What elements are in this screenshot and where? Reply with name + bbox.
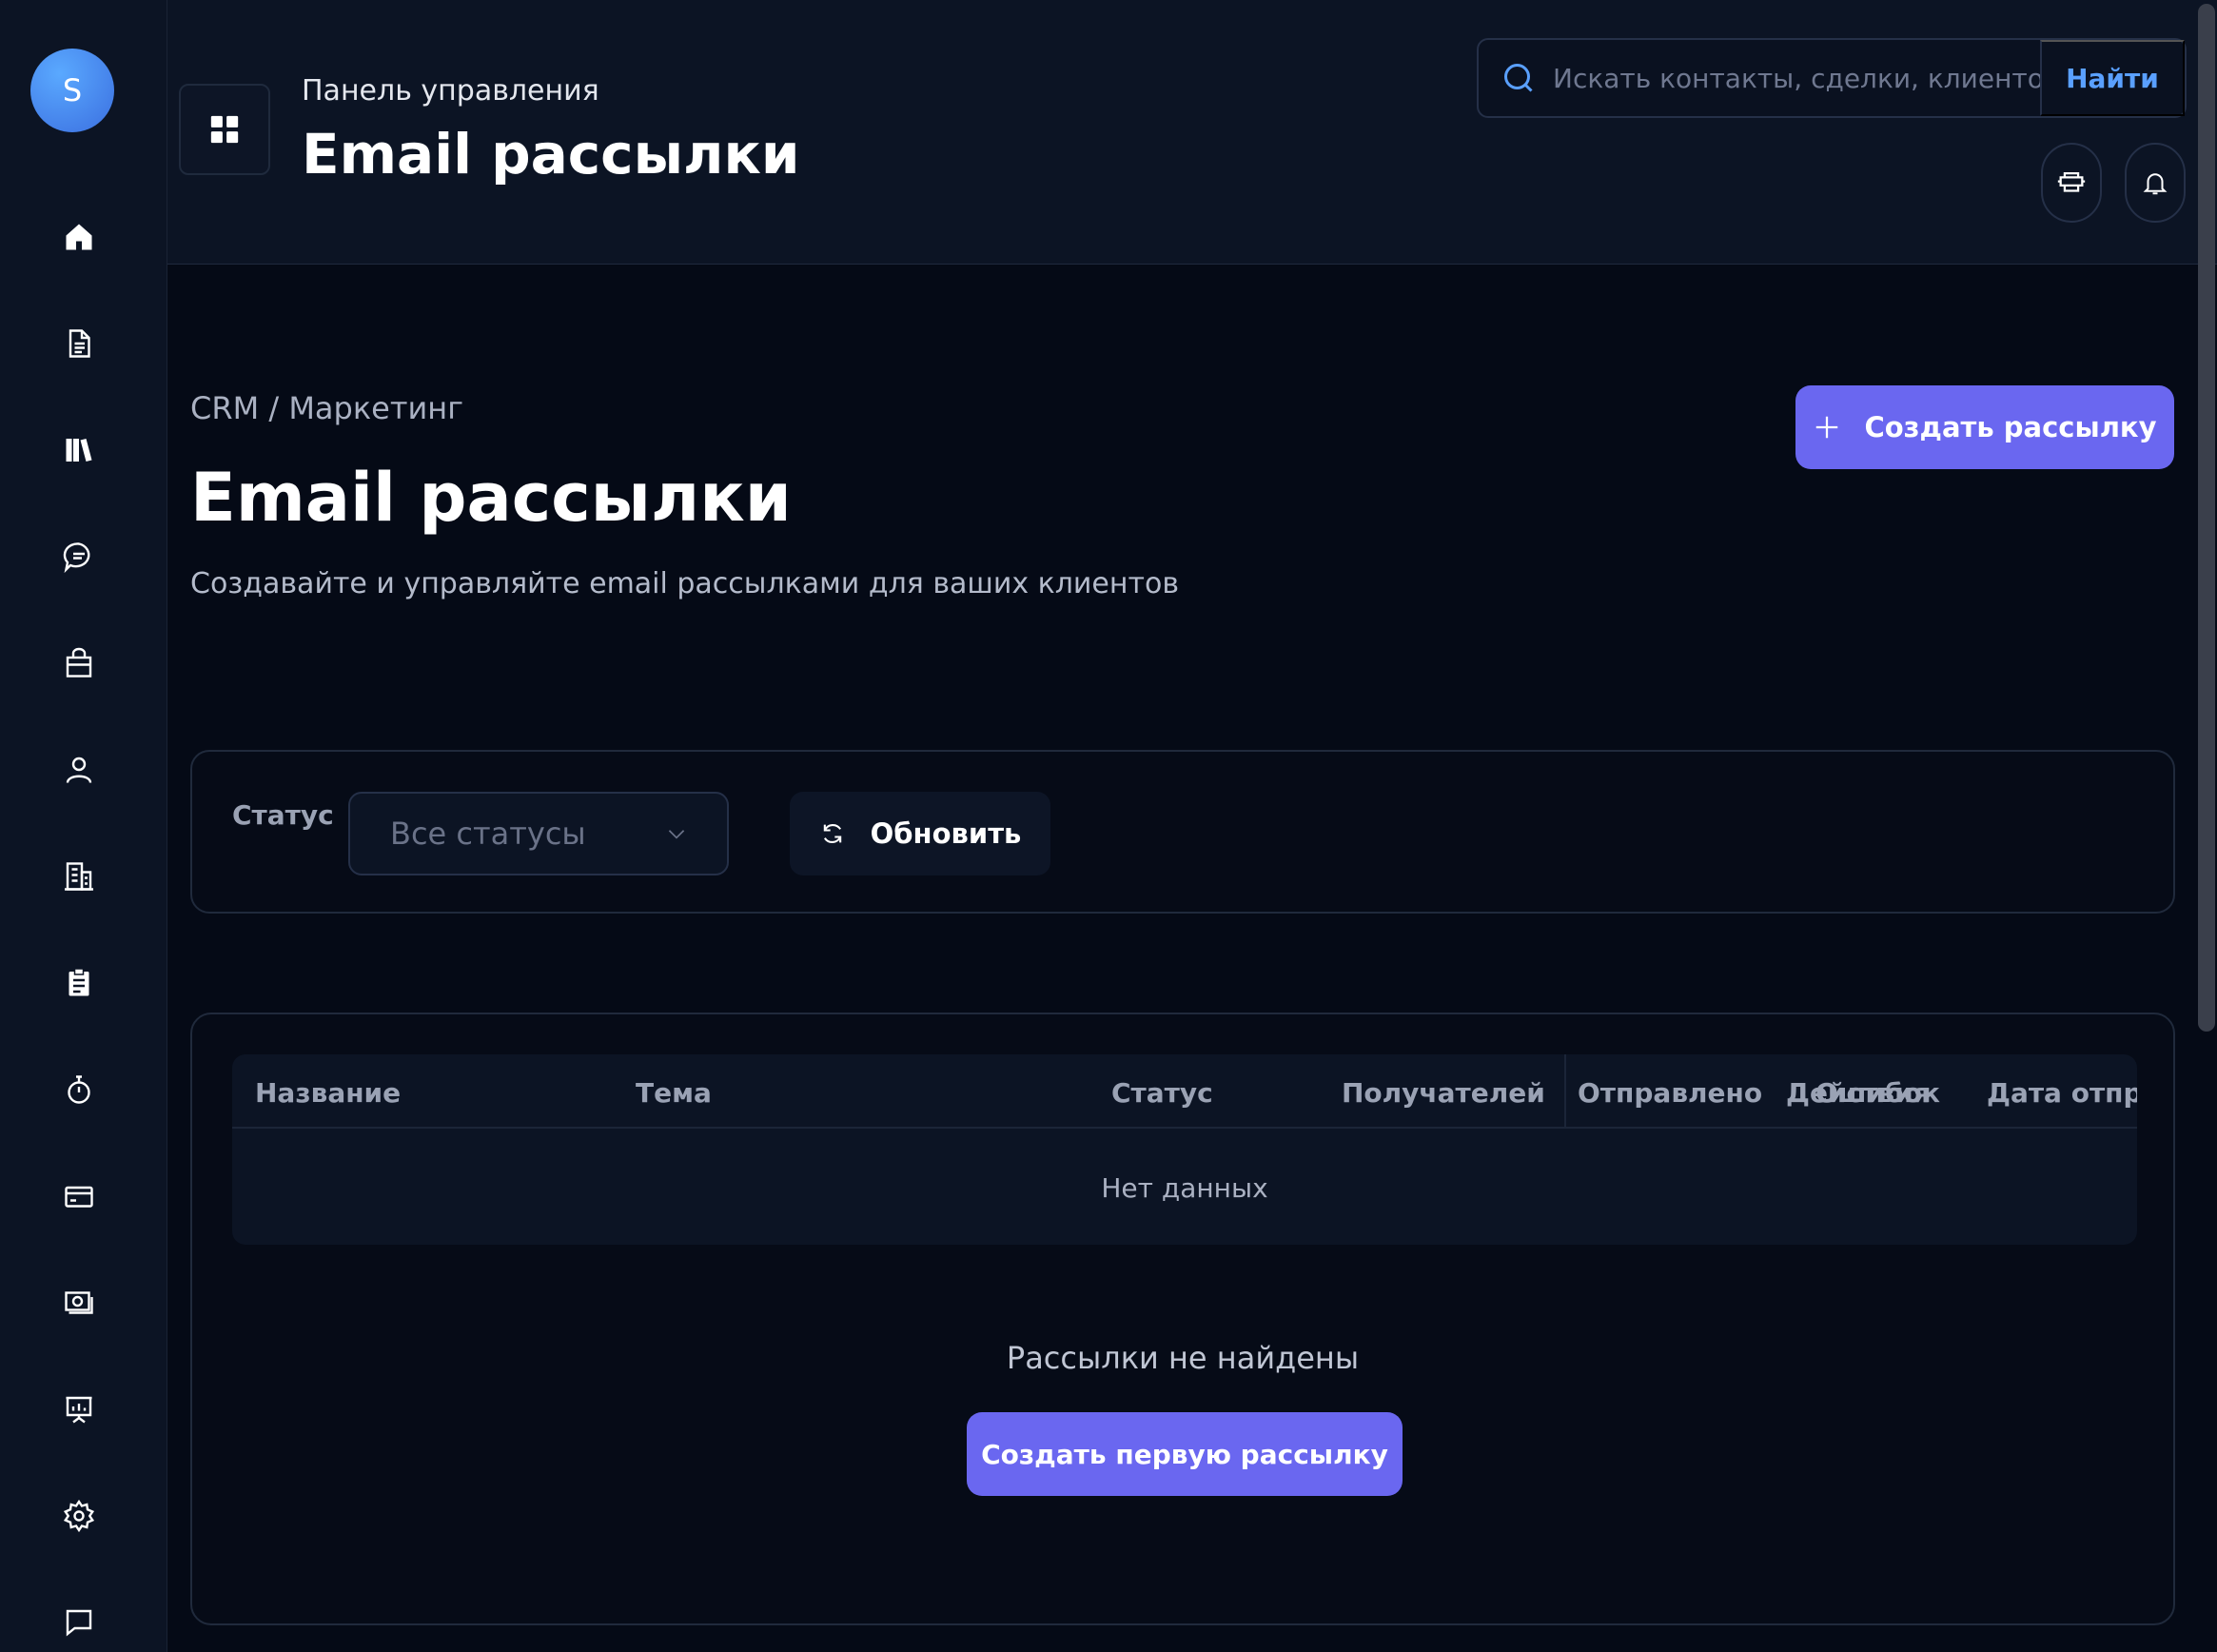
column-header-errors[interactable]: Ошибок <box>1815 1077 1940 1109</box>
refresh-button[interactable]: Обновить <box>790 792 1050 875</box>
header-title: Email рассылки <box>302 122 800 187</box>
sidebar-item-timer[interactable] <box>41 1061 117 1118</box>
document-icon <box>69 329 90 358</box>
status-select[interactable]: Все статусы <box>348 792 729 875</box>
create-campaign-button[interactable]: Создать рассылку <box>1795 385 2174 469</box>
building-icon <box>65 862 93 891</box>
bell-icon <box>2143 173 2168 195</box>
bag-icon <box>66 647 92 678</box>
sidebar-item-presentations[interactable] <box>41 1381 117 1438</box>
column-divider <box>1564 1054 1566 1129</box>
money-icon <box>65 1291 93 1314</box>
apps-grid-button[interactable] <box>179 84 270 175</box>
create-first-campaign-button[interactable]: Создать первую рассылку <box>967 1412 1403 1496</box>
grid-icon <box>210 115 239 144</box>
support-button[interactable] <box>2041 143 2102 223</box>
refresh-label: Обновить <box>870 817 1022 850</box>
column-header-recipients[interactable]: Получателей <box>1342 1077 1545 1109</box>
global-search: Найти <box>1477 38 2187 118</box>
sidebar-item-payments[interactable] <box>41 1168 117 1225</box>
search-icon <box>1504 64 1533 92</box>
sidebar-item-documents[interactable] <box>41 315 117 372</box>
sidebar-item-companies[interactable] <box>41 848 117 905</box>
campaigns-table: Название Тема Статус Получателей Отправл… <box>232 1054 2137 1245</box>
column-header-status[interactable]: Статус <box>1111 1077 1213 1109</box>
chat-icon <box>63 542 90 574</box>
clipboard-icon <box>69 968 89 996</box>
avatar[interactable]: S <box>30 49 114 132</box>
top-header: Панель управления Email рассылки Найти <box>167 0 2217 265</box>
books-icon <box>66 439 92 462</box>
sidebar-item-comments[interactable] <box>41 1594 117 1651</box>
column-header-name[interactable]: Название <box>255 1077 401 1109</box>
user-icon <box>66 757 92 783</box>
page-scrollbar[interactable] <box>2198 4 2215 1032</box>
breadcrumb: CRM / Маркетинг <box>190 390 464 426</box>
sidebar-item-home[interactable] <box>41 208 117 266</box>
table-empty-row: Нет данных <box>1101 1171 1268 1204</box>
status-select-value: Все статусы <box>390 816 586 852</box>
gear-icon <box>63 1499 95 1533</box>
sidebar: S <box>0 0 167 1652</box>
table-header: Название Тема Статус Получателей Отправл… <box>232 1054 2137 1129</box>
sidebar-item-contacts[interactable] <box>41 741 117 798</box>
plus-icon <box>1816 416 1838 439</box>
support-icon <box>2057 171 2086 192</box>
campaigns-card: Название Тема Статус Получателей Отправл… <box>190 1013 2175 1625</box>
message-icon <box>66 1609 92 1637</box>
sidebar-item-tasks[interactable] <box>41 954 117 1012</box>
card-icon <box>65 1186 93 1208</box>
column-header-subject[interactable]: Тема <box>636 1077 712 1109</box>
stopwatch-icon <box>68 1075 90 1104</box>
refresh-icon <box>823 824 841 843</box>
header-subtitle: Панель управления <box>302 74 599 108</box>
sidebar-item-finance[interactable] <box>41 1274 117 1331</box>
presentation-icon <box>66 1396 92 1424</box>
chevron-down-icon <box>668 830 685 839</box>
column-header-send-date[interactable]: Дата отпра <box>1987 1077 2137 1109</box>
empty-state-message: Рассылки не найдены <box>1006 1340 1360 1376</box>
sidebar-item-products[interactable] <box>41 635 117 692</box>
search-input[interactable] <box>1536 40 2040 116</box>
create-campaign-label: Создать рассылку <box>1864 411 2157 443</box>
search-button[interactable]: Найти <box>2040 40 2185 116</box>
status-filter-label: Статус <box>232 799 334 831</box>
page-title: Email рассылки <box>190 459 792 537</box>
filter-panel: Статус Все статусы Обновить <box>190 750 2175 914</box>
page-description: Создавайте и управляйте email рассылками… <box>190 567 1179 600</box>
sidebar-item-library[interactable] <box>41 422 117 479</box>
sidebar-item-messages[interactable] <box>41 528 117 585</box>
sidebar-item-settings[interactable] <box>41 1487 117 1544</box>
column-header-sent[interactable]: Отправлено <box>1578 1077 1762 1109</box>
home-icon <box>66 224 92 250</box>
notifications-button[interactable] <box>2125 143 2186 223</box>
